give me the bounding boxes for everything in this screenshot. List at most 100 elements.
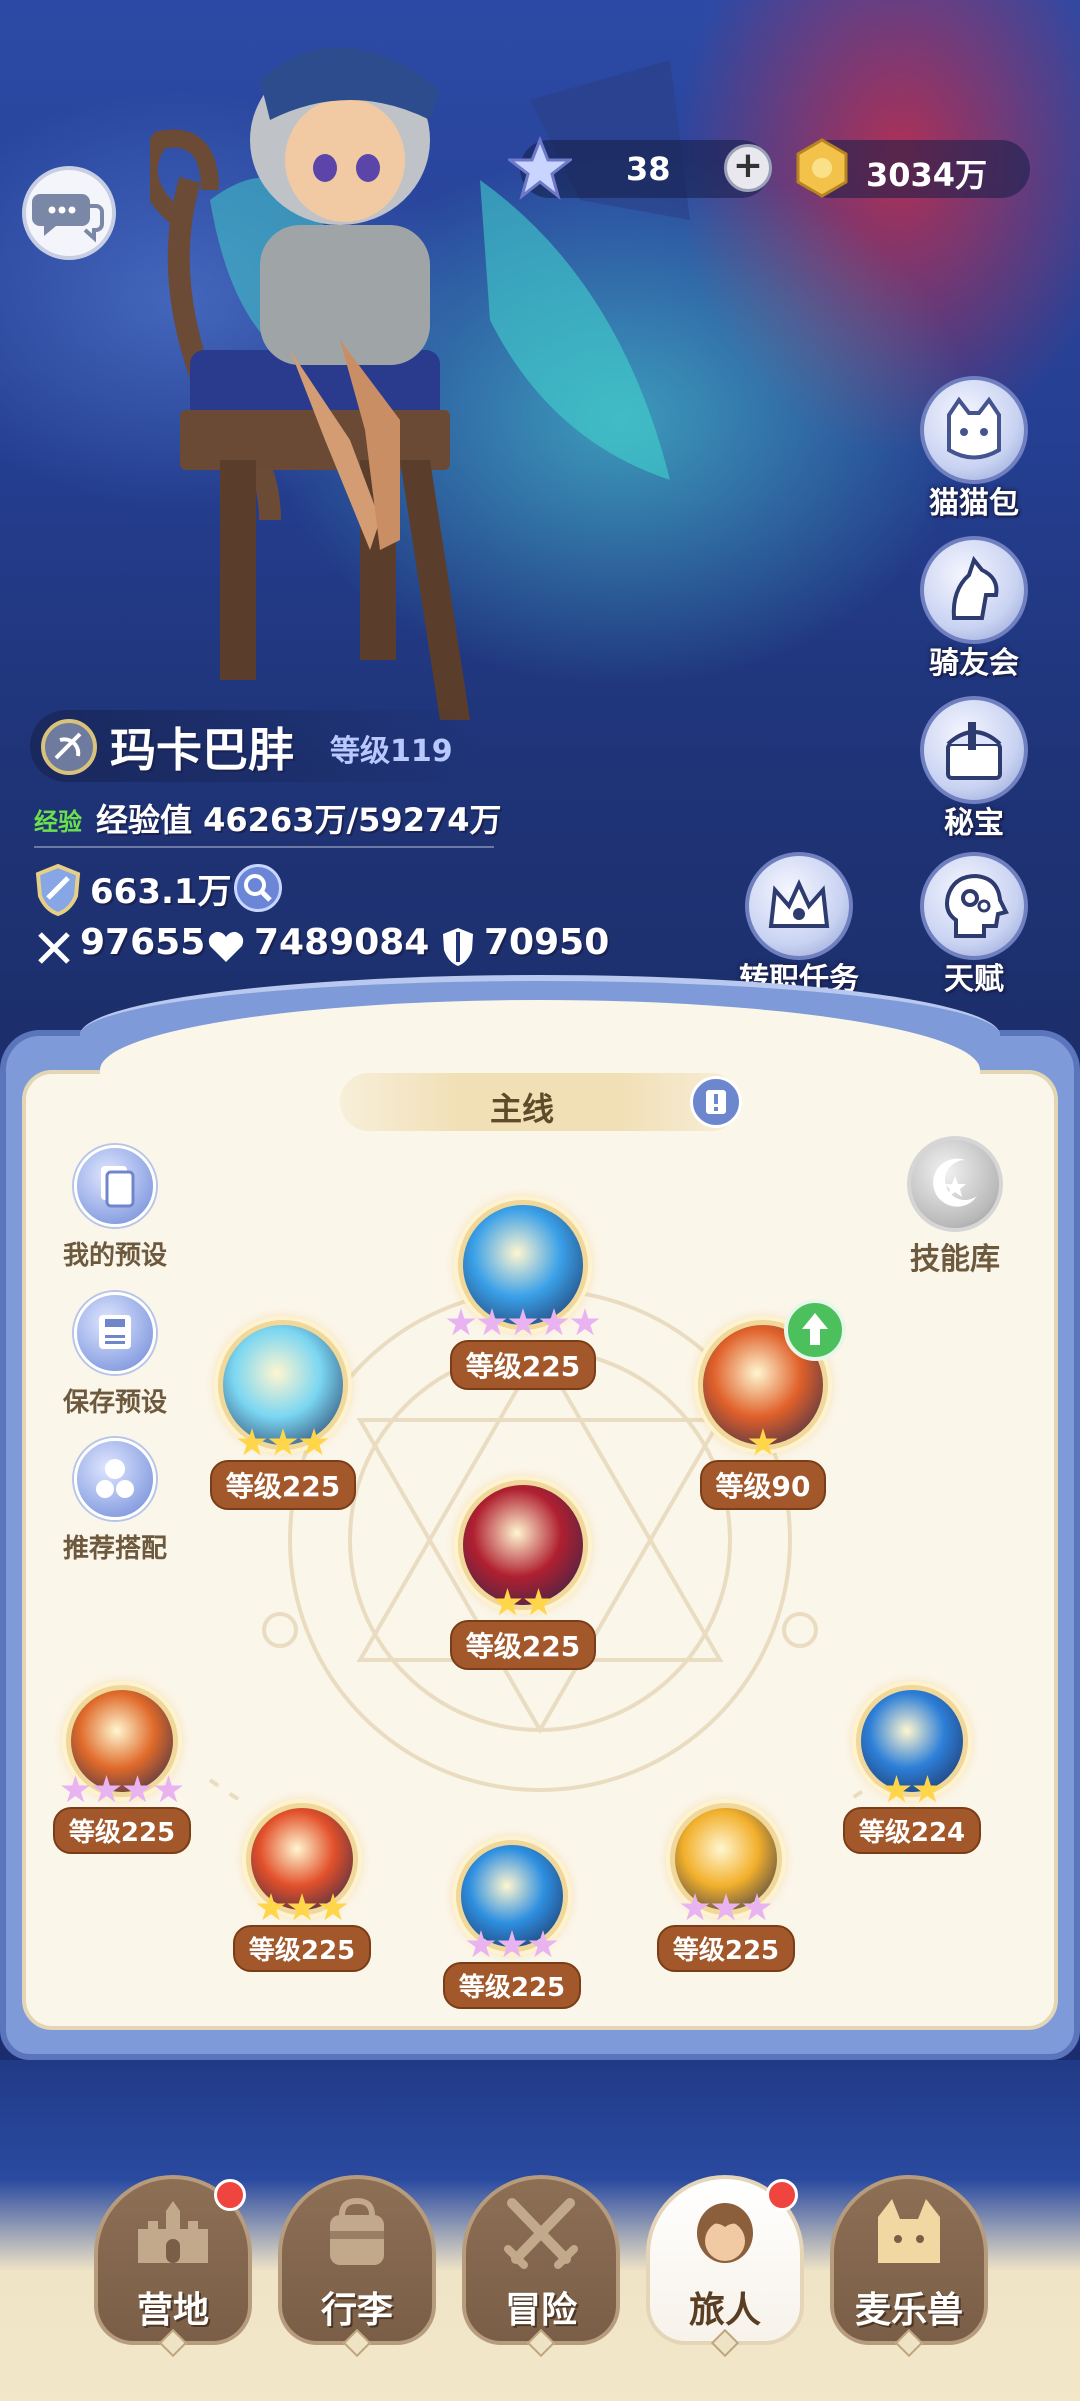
hp-stat: 7489084 [254,922,430,963]
moon-star-icon [907,1136,1003,1232]
crown-icon [745,852,853,960]
my-presets-label: 我的预设 [62,1241,167,1271]
nav-camp-label: 营地 [136,2290,209,2331]
skill-stars [443,1588,603,1618]
recommend-build-label: 推荐搭配 [62,1534,167,1564]
nav-pet[interactable]: 麦乐兽 [830,2175,988,2358]
skill-slot[interactable]: 等级224 [832,1685,992,1854]
tab-info-button[interactable] [690,1076,742,1128]
skill-level-label: 等级225 [656,1925,796,1972]
my-presets-button[interactable]: 我的预设 [40,1145,190,1272]
star-icon [237,1428,267,1456]
heart-icon [208,931,244,962]
save-preset-button[interactable]: 保存预设 [40,1292,190,1419]
skill-slot[interactable]: 等级225 [443,1480,603,1670]
skill-library-button[interactable]: 技能库 [890,1136,1020,1278]
combat-power: 663.1万 [90,872,232,912]
power-detail-button[interactable] [234,864,282,912]
star-icon [154,1775,183,1803]
nav-traveler[interactable]: 旅人 [646,2175,804,2358]
cat-bag-button[interactable]: 猫猫包 [914,376,1034,526]
skill-level-label: 等级225 [52,1807,192,1854]
chat-bubble-icon [32,194,104,243]
recommend-build-button[interactable]: 推荐搭配 [40,1438,190,1565]
rider-club-label: 骑友会 [929,646,1019,681]
nav-adventure-label: 冒险 [504,2290,577,2331]
recommend-gears-icon [74,1438,156,1520]
star-icon [570,1308,600,1336]
skill-level-label: 等级224 [842,1807,982,1854]
skill-stars [832,1775,992,1805]
save-preset-label: 保存预设 [62,1388,167,1418]
exp-value: 经验值 46263万/59274万 [96,801,502,839]
skill-slot[interactable]: 等级225 [42,1685,202,1854]
arrow-up-icon [802,1313,828,1345]
star-icon [61,1775,90,1803]
treasure-label: 秘宝 [944,806,1004,841]
skill-slot[interactable]: 等级225 [443,1200,603,1390]
head-gears-icon [920,852,1028,960]
star-icon [882,1775,911,1803]
skill-stars [42,1775,202,1805]
star-icon [287,1893,317,1921]
star-icon [711,1893,741,1921]
preset-cards-icon [74,1145,156,1227]
star-crystal-icon [508,136,572,200]
cat-face-icon [878,2199,940,2263]
skill-stars [432,1930,592,1960]
skill-slot[interactable]: 等级225 [646,1803,806,1972]
combat-power-shield-icon [35,864,81,916]
crossed-swords-icon [38,932,70,964]
treasure-button[interactable]: 秘宝 [914,696,1034,846]
star-icon [528,1930,558,1958]
skill-level-label: 等级225 [449,1620,597,1670]
upgrade-available-badge[interactable] [784,1299,846,1361]
add-stars-button[interactable]: + [724,144,772,192]
skill-slot[interactable]: 等级225 [203,1320,363,1510]
chat-button[interactable] [22,166,116,260]
skill-stars [203,1428,363,1458]
star-icon [477,1308,507,1336]
rider-club-button[interactable]: 骑友会 [914,536,1034,686]
crossed-swords-icon [504,2198,578,2269]
skill-stars [646,1893,806,1923]
star-icon [497,1930,527,1958]
star-icon [913,1775,942,1803]
star-icon [92,1775,121,1803]
nav-pet-label: 麦乐兽 [854,2290,963,2331]
job-quest-button[interactable]: 转职任务 [724,852,874,1002]
star-icon [123,1775,152,1803]
cat-bag-icon [920,376,1028,484]
skill-stars [683,1428,843,1458]
attack-stat: 97655 [80,922,206,963]
skill-slot[interactable]: 等级225 [222,1803,382,1972]
nav-camp[interactable]: 营地 [94,2175,252,2358]
star-count: 38 [626,150,671,188]
skill-slot[interactable]: 等级225 [432,1840,592,2009]
horse-head-icon [920,536,1028,644]
skill-level-label: 等级225 [232,1925,372,1972]
nav-luggage-label: 行李 [320,2290,393,2331]
class-emblem-icon [41,719,97,775]
coin-resource-bar: 3034万 [796,138,1030,198]
exp-tag: 经验 [34,808,82,836]
nav-adventure[interactable]: 冒险 [462,2175,620,2358]
talent-button[interactable]: 天赋 [914,852,1034,1002]
shield-icon [443,928,473,966]
star-icon [446,1308,476,1336]
star-icon [318,1893,348,1921]
notification-dot [214,2179,246,2211]
star-icon [268,1428,298,1456]
star-icon [748,1428,778,1456]
star-icon [256,1893,286,1921]
backpack-icon [330,2197,384,2265]
divider [34,846,494,848]
talent-label: 天赋 [944,962,1004,997]
star-icon [539,1308,569,1336]
star-icon [299,1428,329,1456]
book-info-icon [706,1090,726,1114]
skill-level-label: 等级225 [209,1460,357,1510]
traveler-avatar-icon [697,2203,753,2263]
coin-count: 3034万 [866,156,988,194]
nav-luggage[interactable]: 行李 [278,2175,436,2358]
